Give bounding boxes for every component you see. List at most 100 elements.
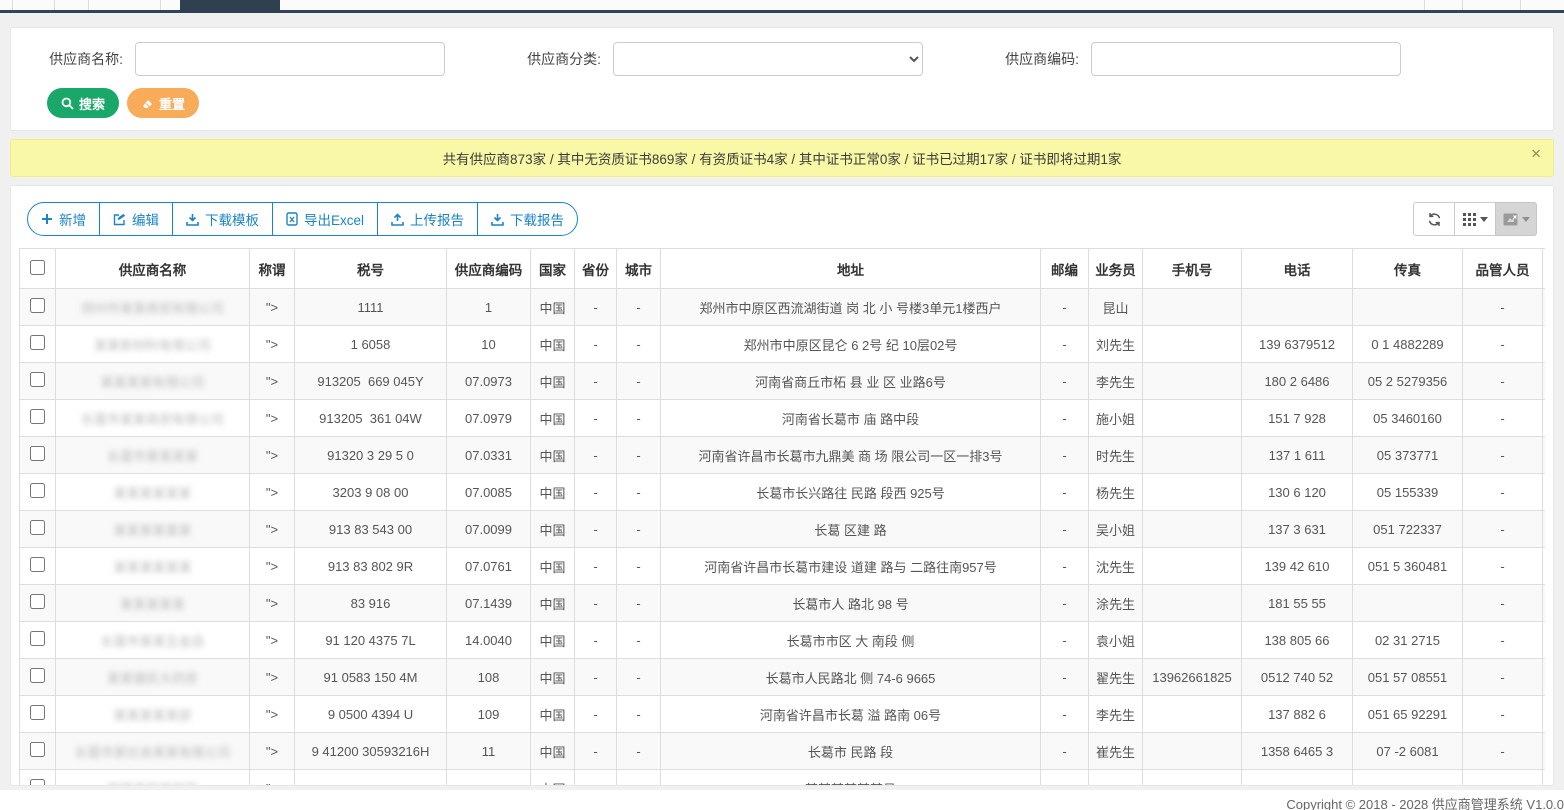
cell-extra: [1543, 437, 1546, 474]
cell-qc: -: [1463, 511, 1543, 548]
cell-country: 中国: [531, 289, 575, 326]
row-checkbox[interactable]: [30, 298, 45, 313]
row-checkbox[interactable]: [30, 631, 45, 646]
row-checkbox[interactable]: [30, 483, 45, 498]
row-checkbox[interactable]: [30, 335, 45, 350]
cell-address: 长葛市市区 大 南段 侧: [661, 622, 1041, 659]
export-excel-button[interactable]: 导出Excel: [272, 202, 378, 236]
row-checkbox[interactable]: [30, 557, 45, 572]
col-phone: 电话: [1242, 249, 1353, 289]
cell-extra: [1543, 400, 1546, 437]
cell-city: -: [617, 474, 661, 511]
cell-name: 某某新材料有限公司: [56, 326, 250, 363]
row-checkbox-cell: [20, 659, 56, 696]
download-report-button[interactable]: 下载报告: [477, 202, 578, 236]
cell-fax: [1353, 770, 1463, 786]
cell-fax: 02 31 2715: [1353, 622, 1463, 659]
col-country: 国家: [531, 249, 575, 289]
row-checkbox[interactable]: [30, 705, 45, 720]
cell-qc: -: [1463, 770, 1543, 786]
cell-title: ">: [250, 548, 295, 585]
cell-name: 某某某某某某: [56, 511, 250, 548]
cell-zip: -: [1041, 474, 1089, 511]
supplier-code-input[interactable]: [1091, 42, 1401, 76]
cell-extra: [1543, 622, 1546, 659]
download-template-button[interactable]: 下载模板: [172, 202, 273, 236]
cell-qc: -: [1463, 400, 1543, 437]
supplier-name-input[interactable]: [135, 42, 445, 76]
cell-address: 郑州市中原区昆仑 6 2号 纪 10层02号: [661, 326, 1041, 363]
supplier-table-container: 供应商名称 称谓 税号 供应商编码 国家 省份 城市 地址 邮编 业务员 手机号…: [19, 248, 1545, 785]
cell-address: 河南省许昌市长葛市建设 道建 路与 二路往南957号: [661, 548, 1041, 585]
cell-tel: 137 3 631: [1242, 511, 1353, 548]
cell-zip: -: [1041, 622, 1089, 659]
summary-alert-text: 共有供应商873家 / 其中无资质证书869家 / 有资质证书4家 / 其中证书…: [443, 148, 1122, 168]
footer: Copyright © 2018 - 2028 供应商管理系统 V1.0.0: [0, 790, 1564, 810]
cell-mobile: [1143, 622, 1242, 659]
cell-salesman: 涂先生: [1089, 585, 1143, 622]
cell-tax: 83 916: [295, 585, 447, 622]
alert-close-button[interactable]: ×: [1531, 144, 1541, 164]
select-all-cell: [20, 249, 56, 289]
upload-report-button[interactable]: 上传报告: [377, 202, 478, 236]
cell-province: -: [575, 770, 617, 786]
select-all-checkbox[interactable]: [30, 260, 45, 275]
cell-code: 07.0973: [447, 363, 531, 400]
cell-address: 长葛市人民路北 侧 74-6 9665: [661, 659, 1041, 696]
cell-tax: 1111: [295, 289, 447, 326]
plus-icon: [41, 213, 53, 225]
row-checkbox[interactable]: [30, 668, 45, 683]
cell-title: ">: [250, 659, 295, 696]
cell-code: 109: [447, 696, 531, 733]
cell-code: 07.0331: [447, 437, 531, 474]
cell-province: -: [575, 585, 617, 622]
cell-province: -: [575, 548, 617, 585]
row-checkbox-cell: [20, 622, 56, 659]
cell-code: 108: [447, 659, 531, 696]
supplier-category-select[interactable]: [613, 42, 923, 76]
reset-button[interactable]: 重置: [127, 88, 199, 118]
row-checkbox[interactable]: [30, 372, 45, 387]
cell-salesman: 施小姐: [1089, 400, 1143, 437]
cell-mobile: [1143, 289, 1242, 326]
search-button[interactable]: 搜索: [47, 88, 119, 118]
cell-zip: -: [1041, 511, 1089, 548]
row-checkbox[interactable]: [30, 446, 45, 461]
cell-city: -: [617, 733, 661, 770]
cell-salesman: 翟先生: [1089, 659, 1143, 696]
table-header-row: 供应商名称 称谓 税号 供应商编码 国家 省份 城市 地址 邮编 业务员 手机号…: [20, 249, 1546, 289]
cell-city: -: [617, 400, 661, 437]
row-checkbox[interactable]: [30, 779, 45, 785]
add-button[interactable]: 新增: [27, 202, 100, 236]
cell-zip: -: [1041, 437, 1089, 474]
refresh-icon: [1427, 212, 1442, 227]
table-row: 某某某某有限公司">913205 669 045Y07.0973中国--河南省商…: [20, 363, 1546, 400]
row-checkbox-cell: [20, 363, 56, 400]
row-checkbox[interactable]: [30, 409, 45, 424]
chevron-down-icon: [1522, 217, 1530, 222]
cell-tel: 139 6379512: [1242, 326, 1353, 363]
row-checkbox[interactable]: [30, 520, 45, 535]
refresh-button[interactable]: [1413, 202, 1455, 236]
cell-tel: 137 1 611: [1242, 437, 1353, 474]
supplier-table: 供应商名称 称谓 税号 供应商编码 国家 省份 城市 地址 邮编 业务员 手机号…: [19, 248, 1545, 785]
cell-zip: -: [1041, 326, 1089, 363]
cell-tel: 139 42 610: [1242, 548, 1353, 585]
row-checkbox[interactable]: [30, 742, 45, 757]
table-row: 某某健民大药房">91 0583 150 4M108中国--长葛市人民路北 侧 …: [20, 659, 1546, 696]
supplier-name-field-group: 供应商名称:: [31, 42, 445, 76]
table-row: 长葛市某社会某某有限公司">9 41200 30593216H11中国--长葛市…: [20, 733, 1546, 770]
active-tab[interactable]: [180, 0, 280, 13]
cell-name: 长葛市某社会某某有限公司: [56, 733, 250, 770]
cell-code: 07.0099: [447, 511, 531, 548]
col-supplier-name: 供应商名称: [56, 249, 250, 289]
cell-city: -: [617, 326, 661, 363]
cell-name: 某某某某某: [56, 585, 250, 622]
edit-button[interactable]: 编辑: [99, 202, 173, 236]
cell-title: ">: [250, 733, 295, 770]
export-table-button[interactable]: [1495, 202, 1537, 236]
cell-mobile: [1143, 363, 1242, 400]
columns-button[interactable]: [1454, 202, 1496, 236]
row-checkbox[interactable]: [30, 594, 45, 609]
row-checkbox-cell: [20, 696, 56, 733]
